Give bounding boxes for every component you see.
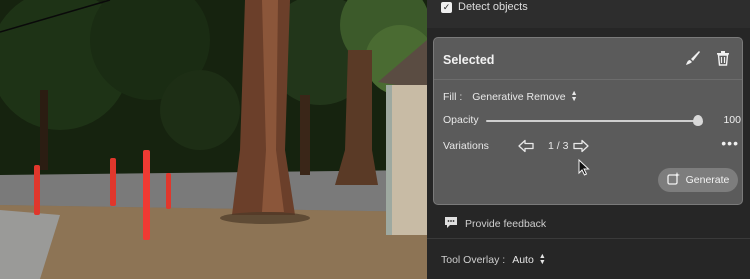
tool-overlay-label: Tool Overlay :: [441, 254, 506, 266]
chat-bubble-icon: [444, 216, 458, 232]
photo-canvas[interactable]: [0, 0, 427, 279]
chevron-updown-icon: ▲ ▼: [538, 253, 546, 266]
fill-row: Fill : Generative Remove ▲ ▼: [443, 90, 578, 103]
forest-scene-image: [0, 0, 427, 279]
arrow-left-icon[interactable]: [518, 138, 534, 154]
fill-label: Fill :: [443, 91, 463, 103]
card-tools: [684, 49, 732, 67]
fill-select[interactable]: Generative Remove ▲ ▼: [472, 90, 578, 103]
generate-button[interactable]: Generate: [658, 168, 738, 192]
tool-overlay-select[interactable]: Auto ▲ ▼: [512, 253, 546, 266]
opacity-slider-track[interactable]: [486, 120, 698, 122]
detect-objects-toggle[interactable]: ✓ Detect objects: [441, 0, 528, 14]
card-divider: [434, 79, 742, 80]
mouse-cursor-icon: [578, 158, 590, 181]
opacity-slider-thumb[interactable]: [693, 115, 703, 126]
provide-feedback-link[interactable]: Provide feedback: [444, 216, 546, 232]
selected-title: Selected: [443, 53, 495, 67]
variations-label: Variations: [443, 140, 489, 152]
generate-label: Generate: [685, 174, 730, 186]
chevron-updown-icon: ▲ ▼: [570, 90, 578, 103]
detect-objects-label: Detect objects: [458, 1, 528, 13]
trash-icon[interactable]: [714, 49, 732, 67]
remove-tool-panel: ✓ Detect objects Selected Fill: Generat…: [427, 0, 750, 279]
opacity-value[interactable]: 100: [723, 114, 741, 126]
variations-row: Variations 1 / 3 •••: [443, 135, 739, 154]
panel-separator: [427, 238, 750, 239]
arrow-right-icon[interactable]: [573, 138, 589, 154]
opacity-row: Opacity 100: [443, 114, 741, 128]
paintbrush-icon[interactable]: [684, 49, 702, 67]
generate-sparkle-icon: [666, 172, 680, 188]
detect-objects-checkbox[interactable]: ✓: [441, 1, 452, 13]
provide-feedback-label: Provide feedback: [465, 218, 547, 230]
more-options-button[interactable]: •••: [721, 135, 739, 151]
tool-overlay-value: Auto: [512, 254, 534, 266]
selected-card: Selected Fill : Generative Remove ▲ ▼ Op…: [433, 37, 743, 205]
tool-overlay-row: Tool Overlay : Auto ▲ ▼: [441, 253, 546, 266]
fill-value: Generative Remove: [472, 91, 566, 103]
opacity-label: Opacity: [443, 114, 479, 126]
variations-count: 1 / 3: [548, 140, 569, 152]
